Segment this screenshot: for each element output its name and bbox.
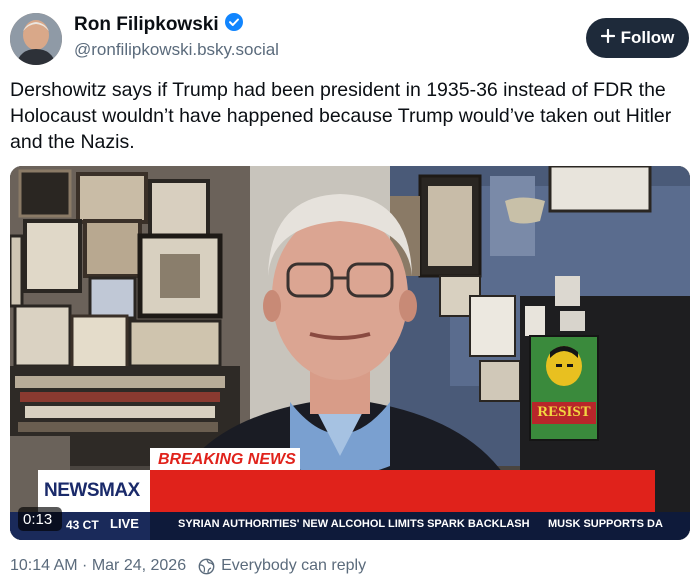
avatar[interactable] [10,13,62,65]
ticker-headline-1: SYRIAN AUTHORITIES' NEW ALCOHOL LIMITS S… [178,518,530,530]
post-meta: 10:14 AM · Mar 24, 2026 Everybody can re… [10,557,366,575]
reply-setting-icon [198,558,215,575]
video-player[interactable]: RESIST BREAKING NEWS NEWSMAX 0:13 43 CT … [10,166,690,540]
ticker-headline-2: MUSK SUPPORTS DA [548,518,663,530]
live-label: LIVE [110,516,139,531]
author-name-text: Ron Filipkowski [74,14,219,35]
verified-badge-icon [224,13,243,37]
video-timestamp: 0:13 [23,511,53,528]
post-datetime[interactable]: 10:14 AM · Mar 24, 2026 [10,557,186,575]
reply-setting-text[interactable]: Everybody can reply [221,557,366,575]
author-name[interactable]: Ron Filipkowski [74,13,243,37]
ticker-clock: 43 CT [66,518,99,532]
plus-icon [600,28,615,48]
poster-text: RESIST [537,404,591,420]
network-logo: NEWSMAX [44,480,140,501]
follow-label: Follow [620,28,675,47]
post-text: Dershowitz says if Trump had been presid… [10,79,672,153]
post-card: Ron Filipkowski @ronfilipkowski.bsky.soc… [0,0,700,588]
breaking-news-label: BREAKING NEWS [158,451,296,468]
follow-button[interactable]: Follow [586,18,689,58]
author-handle[interactable]: @ronfilipkowski.bsky.social [74,40,279,60]
